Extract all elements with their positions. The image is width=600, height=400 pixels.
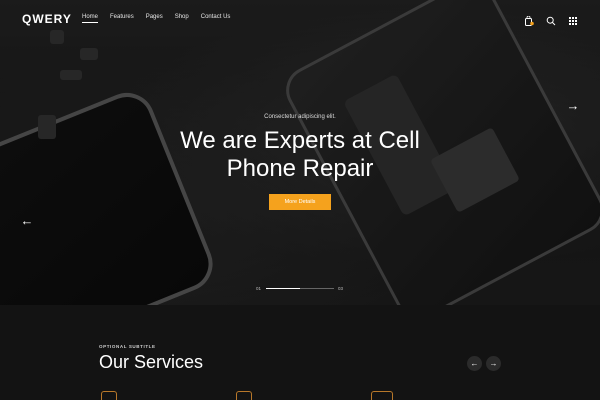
prev-slide-arrow-icon[interactable]: ← bbox=[19, 213, 35, 229]
hero-section: Consectetur adipiscing elit. We are Expe… bbox=[0, 0, 600, 305]
site-header: QWERY Home Features Pages Shop Contact U… bbox=[0, 0, 600, 38]
hero-title: We are Experts at Cell Phone Repair bbox=[0, 127, 600, 183]
slider-progress-track bbox=[266, 288, 334, 289]
services-next-button[interactable]: → bbox=[486, 356, 501, 371]
slider-progress-fill bbox=[266, 288, 300, 289]
hero-title-line-1: We are Experts at Cell bbox=[180, 127, 420, 154]
service-card-icon bbox=[371, 391, 393, 400]
header-icons bbox=[524, 13, 578, 26]
main-nav: Home Features Pages Shop Contact Us bbox=[82, 14, 230, 23]
services-section: OPTIONAL SUBTITLE Our Services ← → bbox=[0, 305, 600, 400]
service-card-icon bbox=[236, 391, 252, 400]
service-card-icon bbox=[101, 391, 117, 400]
more-details-button[interactable]: More Details bbox=[269, 194, 331, 210]
nav-item-contact-us[interactable]: Contact Us bbox=[201, 14, 231, 23]
slider-current-number: 01 bbox=[256, 286, 262, 291]
slider-indicator: 01 03 bbox=[256, 286, 346, 292]
nav-item-shop[interactable]: Shop bbox=[175, 14, 189, 23]
logo[interactable]: QWERY bbox=[22, 12, 72, 26]
search-icon[interactable] bbox=[546, 13, 556, 26]
services-title: Our Services bbox=[99, 352, 204, 372]
nav-item-home[interactable]: Home bbox=[82, 14, 99, 23]
slider-total-number: 03 bbox=[338, 286, 344, 291]
hero-title-line-2: Phone Repair bbox=[226, 155, 374, 182]
services-prev-button[interactable]: ← bbox=[467, 356, 482, 371]
hero-eyebrow: Consectetur adipiscing elit. bbox=[264, 114, 336, 120]
next-slide-arrow-icon[interactable]: → bbox=[565, 98, 581, 114]
grid-menu-icon[interactable] bbox=[568, 13, 578, 25]
cart-icon[interactable] bbox=[524, 13, 534, 26]
nav-item-features[interactable]: Features bbox=[110, 14, 134, 23]
services-subtitle: OPTIONAL SUBTITLE bbox=[99, 344, 156, 349]
nav-item-pages[interactable]: Pages bbox=[146, 14, 163, 23]
